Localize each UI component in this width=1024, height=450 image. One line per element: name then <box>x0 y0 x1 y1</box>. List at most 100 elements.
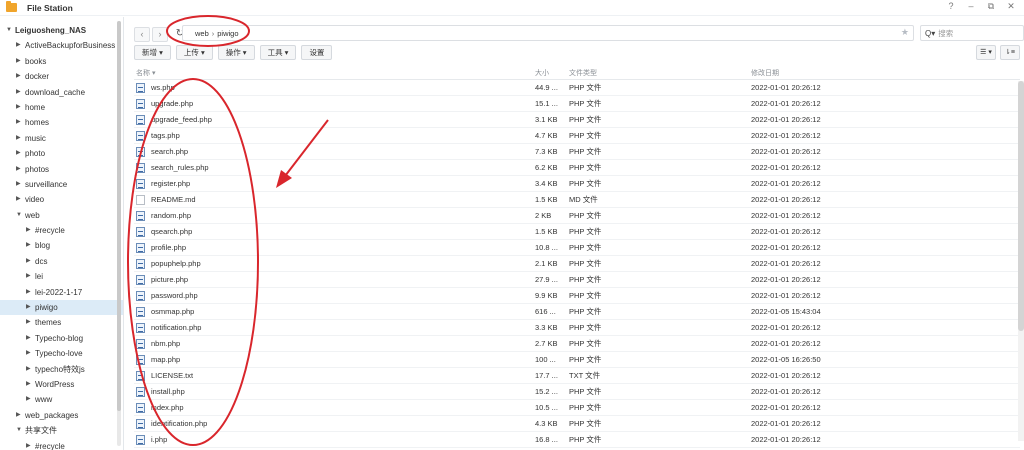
sidebar-item[interactable]: ▼ web <box>0 208 123 223</box>
settings-button[interactable]: 设置 <box>301 45 333 60</box>
table-row[interactable]: i.php 16.8 ... PHP 文件 2022-01-01 20:26:12 <box>134 432 1020 448</box>
collapsed-icon[interactable]: ▶ <box>16 38 21 53</box>
sidebar-item[interactable]: ▶ Typecho-blog <box>0 331 123 346</box>
expanded-icon[interactable]: ▼ <box>6 23 12 38</box>
sidebar-item[interactable]: ▶ video <box>0 192 123 207</box>
collapsed-icon[interactable]: ▶ <box>16 146 21 161</box>
table-row[interactable]: osmmap.php 616 ... PHP 文件 2022-01-05 15:43:… <box>134 304 1020 320</box>
column-name[interactable]: 名称 ▾ <box>134 68 535 78</box>
close-button[interactable]: ✕ <box>1006 1 1016 12</box>
column-type[interactable]: 文件类型 <box>569 68 751 78</box>
path-bar[interactable]: web › piwigo ★ <box>182 25 914 41</box>
collapsed-icon[interactable]: ▶ <box>26 238 31 253</box>
sidebar-item[interactable]: ▶ home <box>0 100 123 115</box>
sidebar-item[interactable]: ▶ web_packages <box>0 408 123 423</box>
collapsed-icon[interactable]: ▶ <box>26 223 31 238</box>
table-row[interactable]: notification.php 3.3 KB PHP 文件 2022-01-01 2… <box>134 320 1020 336</box>
sidebar-item[interactable]: ▶ www <box>0 392 123 407</box>
restore-button[interactable]: ⧉ <box>986 1 996 12</box>
collapsed-icon[interactable]: ▶ <box>16 192 21 207</box>
collapsed-icon[interactable]: ▶ <box>26 362 31 377</box>
sidebar-item[interactable]: ▼ 共享文件 <box>0 423 123 438</box>
collapsed-icon[interactable]: ▶ <box>26 439 31 450</box>
collapsed-icon[interactable]: ▶ <box>26 346 31 361</box>
sidebar-item[interactable]: ▶ download_cache <box>0 85 123 100</box>
collapsed-icon[interactable]: ▶ <box>26 300 31 315</box>
table-row[interactable]: install.php 15.2 ... PHP 文件 2022-01-01 20:2… <box>134 384 1020 400</box>
sidebar-item[interactable]: ▶ piwigo <box>0 300 123 316</box>
sidebar-item[interactable]: ▶ music <box>0 131 123 146</box>
table-row[interactable]: LICENSE.txt 17.7 ... TXT 文件 2022-01-01 20:2… <box>134 368 1020 384</box>
tools-button[interactable]: 工具 ▾ <box>259 45 297 60</box>
collapsed-icon[interactable]: ▶ <box>26 392 31 407</box>
file-list-scroll-thumb[interactable] <box>1018 81 1024 331</box>
table-row[interactable]: README.md 1.5 KB MD 文件 2022-01-01 20:26:12 <box>134 192 1020 208</box>
sidebar-scrollbar[interactable] <box>117 21 121 446</box>
table-row[interactable]: search.php 7.3 KB PHP 文件 2022-01-01 20:26:1… <box>134 144 1020 160</box>
help-button[interactable]: ? <box>946 1 956 12</box>
collapsed-icon[interactable]: ▶ <box>16 54 21 69</box>
sort-button[interactable]: ⇂≡ <box>1000 45 1020 60</box>
collapsed-icon[interactable]: ▶ <box>26 269 31 284</box>
table-row[interactable]: profile.php 10.8 ... PHP 文件 2022-01-01 20:2… <box>134 240 1020 256</box>
sidebar-item[interactable]: ▶ books <box>0 54 123 69</box>
search-input[interactable]: Q▾ 搜索 <box>920 25 1024 41</box>
table-row[interactable]: identification.php 4.3 KB PHP 文件 2022-01-01… <box>134 416 1020 432</box>
sidebar-item[interactable]: ▶ #recycle <box>0 223 123 238</box>
table-row[interactable]: upgrade_feed.php 3.1 KB PHP 文件 2022-01-01 2… <box>134 112 1020 128</box>
collapsed-icon[interactable]: ▶ <box>16 162 21 177</box>
sidebar-item[interactable]: ▶ blog <box>0 238 123 253</box>
column-size[interactable]: 大小 <box>535 68 569 78</box>
sidebar-item[interactable]: ▶ #recycle <box>0 439 123 450</box>
collapsed-icon[interactable]: ▶ <box>16 100 21 115</box>
back-button[interactable]: ‹ <box>134 26 150 42</box>
sidebar-item[interactable]: ▶ themes <box>0 315 123 330</box>
collapsed-icon[interactable]: ▶ <box>16 85 21 100</box>
new-button[interactable]: 新增 ▾ <box>134 45 171 60</box>
sidebar-item[interactable]: ▶ Typecho-love <box>0 346 123 361</box>
collapsed-icon[interactable]: ▶ <box>16 177 21 192</box>
table-row[interactable]: nbm.php 2.7 KB PHP 文件 2022-01-01 20:26:12 <box>134 336 1020 352</box>
file-list-scrollbar[interactable] <box>1018 81 1024 441</box>
table-row[interactable]: tags.php 4.7 KB PHP 文件 2022-01-01 20:26:12 <box>134 128 1020 144</box>
collapsed-icon[interactable]: ▶ <box>26 377 31 392</box>
table-row[interactable]: picture.php 27.9 ... PHP 文件 2022-01-01 20:2… <box>134 272 1020 288</box>
collapsed-icon[interactable]: ▶ <box>26 254 31 269</box>
path-segment-web[interactable]: web <box>195 29 209 38</box>
table-row[interactable]: qsearch.php 1.5 KB PHP 文件 2022-01-01 20:26:… <box>134 224 1020 240</box>
collapsed-icon[interactable]: ▶ <box>16 131 21 146</box>
sidebar-item[interactable]: ▶ lei <box>0 269 123 284</box>
column-modified[interactable]: 修改日期 <box>751 68 981 78</box>
table-row[interactable]: register.php 3.4 KB PHP 文件 2022-01-01 20:26… <box>134 176 1020 192</box>
upload-button[interactable]: 上传 ▾ <box>175 45 213 60</box>
table-row[interactable]: ws.php 44.9 ... PHP 文件 2022-01-01 20:26:12 <box>134 80 1020 96</box>
collapsed-icon[interactable]: ▶ <box>26 331 31 346</box>
minimize-button[interactable]: – <box>966 1 976 12</box>
sidebar-item[interactable]: ▶ WordPress <box>0 377 123 392</box>
collapsed-icon[interactable]: ▶ <box>16 69 21 84</box>
expanded-icon[interactable]: ▼ <box>16 208 22 223</box>
sidebar-item[interactable]: ▶ lei-2022-1-17 <box>0 285 123 300</box>
sidebar-item[interactable]: ▶ typecho特效js <box>0 362 123 377</box>
sidebar-scroll-thumb[interactable] <box>117 21 121 411</box>
table-row[interactable]: random.php 2 KB PHP 文件 2022-01-01 20:26:12 <box>134 208 1020 224</box>
table-row[interactable]: index.php 10.5 ... PHP 文件 2022-01-01 20:26:… <box>134 400 1020 416</box>
sidebar-item[interactable]: ▼ Leiguosheng_NAS <box>0 23 123 38</box>
sidebar-item[interactable]: ▶ dcs <box>0 254 123 269</box>
sidebar-item[interactable]: ▶ photos <box>0 162 123 177</box>
collapsed-icon[interactable]: ▶ <box>16 115 21 130</box>
sidebar-item[interactable]: ▶ docker <box>0 69 123 84</box>
table-row[interactable]: upgrade.php 15.1 ... PHP 文件 2022-01-01 20:2… <box>134 96 1020 112</box>
star-icon[interactable]: ★ <box>901 27 909 38</box>
sidebar-item[interactable]: ▶ surveillance <box>0 177 123 192</box>
table-row[interactable]: map.php 100 ... PHP 文件 2022-01-05 16:26:50 <box>134 352 1020 368</box>
table-row[interactable]: popuphelp.php 2.1 KB PHP 文件 2022-01-01 20:2… <box>134 256 1020 272</box>
collapsed-icon[interactable]: ▶ <box>16 408 21 423</box>
forward-button[interactable]: › <box>152 26 168 42</box>
table-row[interactable]: search_rules.php 6.2 KB PHP 文件 2022-01-01 2… <box>134 160 1020 176</box>
table-row[interactable]: password.php 9.9 KB PHP 文件 2022-01-01 20:26… <box>134 288 1020 304</box>
collapsed-icon[interactable]: ▶ <box>26 285 31 300</box>
path-segment-piwigo[interactable]: piwigo <box>217 29 238 38</box>
collapsed-icon[interactable]: ▶ <box>26 315 31 330</box>
list-view-button[interactable]: ☰ ▾ <box>976 45 996 60</box>
